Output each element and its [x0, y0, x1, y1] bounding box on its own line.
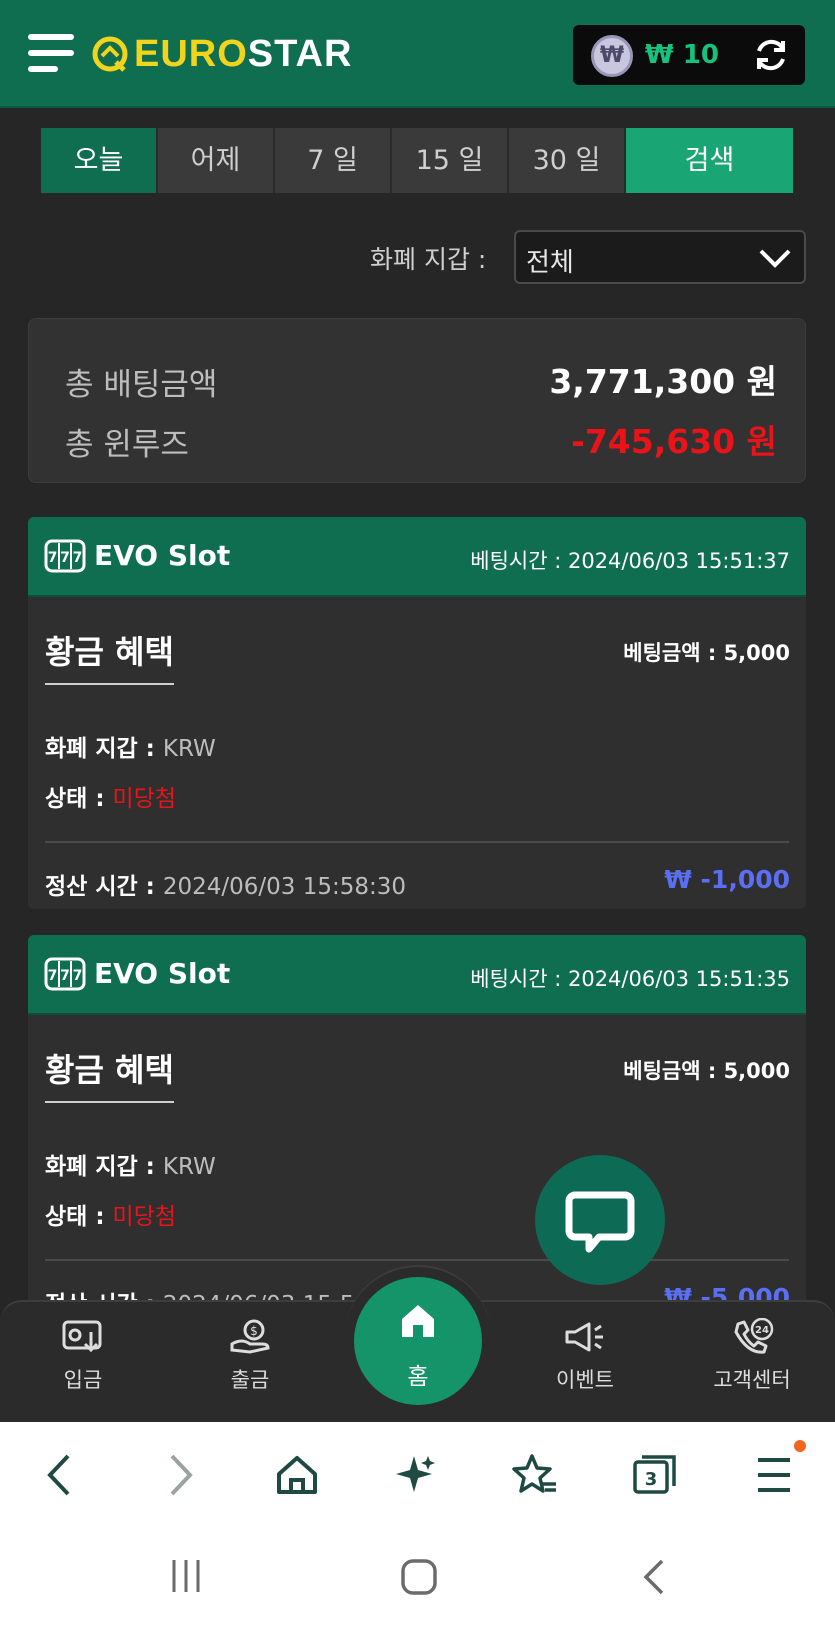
- currency-wallet-value: 전체: [526, 248, 574, 278]
- nav-support-label: 고객센터: [713, 1368, 791, 1392]
- logo-text: EUROSTAR: [134, 32, 353, 75]
- result-amount: ₩ -1,000: [664, 865, 790, 894]
- recent-apps-icon[interactable]: [168, 1558, 204, 1594]
- svg-text:7: 7: [48, 968, 58, 984]
- sparkle-icon[interactable]: [392, 1452, 438, 1498]
- total-winloss-row: 총 윈루즈 -745,630 원: [65, 411, 777, 463]
- total-bet-value: 3,771,300 원: [549, 362, 777, 401]
- system-home-icon[interactable]: [400, 1558, 438, 1596]
- tab-7days[interactable]: 7 일: [275, 128, 392, 193]
- logo[interactable]: EUROSTAR: [90, 32, 352, 76]
- chat-bubble-icon: [565, 1191, 635, 1253]
- currency-wallet-select[interactable]: 전체: [514, 230, 806, 284]
- divider: [45, 841, 789, 843]
- browser-home-icon[interactable]: [274, 1452, 320, 1498]
- date-tabs: 오늘 어제 7 일 15 일 30 일 검색: [41, 128, 793, 193]
- app-header: EUROSTAR ₩ ₩ 10: [0, 0, 835, 108]
- bet-title: 황금 혜택: [45, 627, 174, 685]
- refresh-icon[interactable]: [751, 35, 791, 75]
- tab-15days[interactable]: 15 일: [392, 128, 509, 193]
- nav-home[interactable]: 홈: [354, 1277, 482, 1405]
- nav-withdraw-label: 출금: [230, 1368, 270, 1392]
- bet-amount: 베팅금액 : 5,000: [623, 1059, 790, 1083]
- system-nav-bar: [0, 1532, 835, 1630]
- summary-panel: 총 배팅금액 3,771,300 원 총 윈루즈 -745,630 원: [28, 318, 806, 483]
- wallet-row: 화폐 지갑 : KRW: [45, 736, 216, 762]
- search-button[interactable]: 검색: [626, 128, 793, 193]
- currency-wallet-label: 화폐 지갑 :: [370, 245, 487, 274]
- withdraw-icon: $: [230, 1319, 270, 1354]
- svg-text:$: $: [250, 1324, 258, 1338]
- nav-home-wrap: 홈: [344, 1265, 492, 1413]
- slot-machine-icon: 7 7 7: [44, 957, 86, 991]
- slot-machine-icon: 7 7 7: [44, 539, 86, 573]
- total-winloss-label: 총 윈루즈: [65, 427, 189, 463]
- logo-mark-icon: [92, 36, 128, 72]
- bet-card-header: 7 7 7 EVO Slot 베팅시간 : 2024/06/03 15:51:3…: [28, 517, 806, 597]
- bet-time: 베팅시간 : 2024/06/03 15:51:35: [470, 967, 790, 991]
- nav-event-label: 이벤트: [556, 1368, 614, 1392]
- home-icon: [402, 1305, 434, 1337]
- balance-value: ₩ 10: [645, 40, 719, 70]
- bet-amount: 베팅금액 : 5,000: [623, 641, 790, 665]
- game-name: EVO Slot: [94, 539, 231, 572]
- svg-text:3: 3: [645, 1469, 658, 1490]
- svg-text:7: 7: [60, 550, 70, 566]
- balance-box: ₩ ₩ 10: [573, 25, 805, 85]
- status-row: 상태 : 미당첨: [45, 1204, 177, 1230]
- tabs-icon[interactable]: 3: [632, 1452, 678, 1498]
- menu-icon[interactable]: [28, 30, 76, 78]
- deposit-icon: [62, 1320, 102, 1353]
- nav-withdraw[interactable]: $ 출금: [190, 1318, 310, 1394]
- total-bet-label: 총 배팅금액: [65, 367, 218, 403]
- svg-text:7: 7: [48, 550, 58, 566]
- svg-text:24: 24: [755, 1325, 769, 1336]
- bet-card[interactable]: 7 7 7 EVO Slot 베팅시간 : 2024/06/03 15:51:3…: [28, 517, 806, 909]
- nav-event[interactable]: 이벤트: [525, 1318, 645, 1394]
- won-coin-icon: ₩: [591, 35, 633, 77]
- nav-support[interactable]: 24 고객센터: [692, 1318, 812, 1394]
- tab-30days[interactable]: 30 일: [509, 128, 626, 193]
- bookmarks-icon[interactable]: [512, 1452, 558, 1498]
- system-back-icon[interactable]: [640, 1558, 670, 1596]
- settle-time: 정산 시간 : 2024/06/03 15:58:30: [45, 874, 407, 900]
- status-badge: 미당첨: [112, 786, 177, 812]
- nav-deposit[interactable]: 입금: [23, 1318, 143, 1394]
- status-row: 상태 : 미당첨: [45, 786, 177, 812]
- chat-button[interactable]: [535, 1155, 665, 1285]
- total-winloss-value: -745,630 원: [571, 422, 777, 461]
- tab-yesterday[interactable]: 어제: [158, 128, 275, 193]
- game-name: EVO Slot: [94, 957, 231, 990]
- bet-title: 황금 혜택: [45, 1045, 174, 1103]
- forward-icon[interactable]: [160, 1452, 200, 1498]
- wallet-row: 화폐 지갑 : KRW: [45, 1154, 216, 1180]
- tab-today[interactable]: 오늘: [41, 128, 158, 193]
- status-badge: 미당첨: [112, 1204, 177, 1230]
- svg-text:7: 7: [73, 968, 83, 984]
- notification-dot: [794, 1440, 806, 1452]
- bet-card-header: 7 7 7 EVO Slot 베팅시간 : 2024/06/03 15:51:3…: [28, 935, 806, 1015]
- svg-text:7: 7: [73, 550, 83, 566]
- divider: [45, 1259, 789, 1261]
- svg-text:7: 7: [60, 968, 70, 984]
- megaphone-icon: [565, 1322, 603, 1352]
- bet-time: 베팅시간 : 2024/06/03 15:51:37: [470, 549, 790, 573]
- browser-menu-icon[interactable]: [754, 1452, 794, 1498]
- browser-toolbar: 3: [0, 1422, 835, 1532]
- nav-deposit-label: 입금: [63, 1368, 103, 1392]
- support-24-icon: 24: [734, 1318, 774, 1354]
- chevron-down-icon: [759, 249, 791, 268]
- nav-home-label: 홈: [407, 1364, 429, 1390]
- back-icon[interactable]: [40, 1452, 80, 1498]
- total-bet-row: 총 배팅금액 3,771,300 원: [65, 351, 777, 403]
